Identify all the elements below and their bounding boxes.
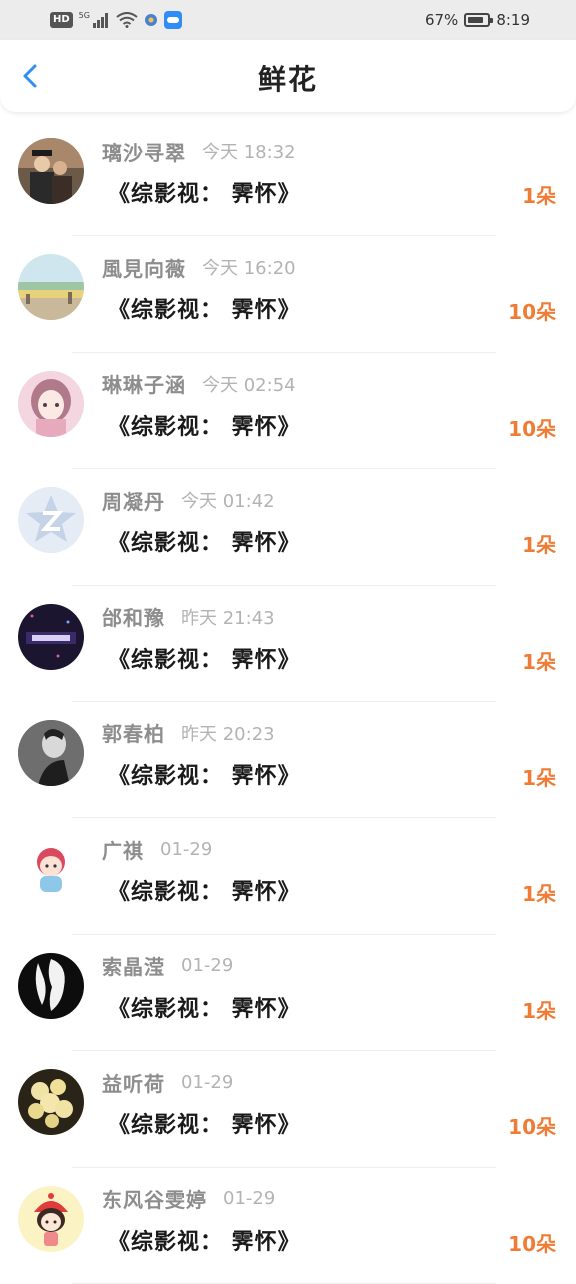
sent-time: 昨天 20:23	[181, 723, 275, 745]
sender-name: 益听荷	[102, 1071, 165, 1096]
sender-name: 广祺	[102, 838, 144, 863]
avatar[interactable]	[18, 138, 84, 204]
flower-count: 1朵	[522, 533, 556, 558]
book-title: 《综影视： 霁怀》	[108, 647, 301, 673]
notification-app-icon	[144, 14, 157, 26]
book-title: 《综影视： 霁怀》	[108, 182, 301, 207]
sender-name: 璃沙寻翠	[102, 140, 186, 165]
book-title: 《综影视： 霁怀》	[108, 763, 301, 789]
nav-bar: 鲜花	[0, 40, 576, 112]
sent-time: 今天 01:42	[181, 491, 275, 513]
list-item[interactable]: 周凝丹 今天 01:42 《综影视： 霁怀》 1朵	[0, 469, 576, 586]
clock: 8:19	[496, 11, 530, 29]
book-title: 《综影视： 霁怀》	[108, 880, 301, 906]
avatar[interactable]	[18, 952, 84, 1019]
book-title: 《综影视： 霁怀》	[108, 531, 301, 557]
cloud-icon	[163, 11, 182, 29]
list-item[interactable]: 益听荷 01-29 《综影视： 霁怀》 10朵	[0, 1051, 576, 1168]
avatar[interactable]	[18, 719, 84, 786]
sender-name: 东风谷雯婷	[102, 1188, 207, 1213]
avatar[interactable]	[18, 1185, 84, 1252]
list-item[interactable]: 邰和豫 昨天 21:43 《综影视： 霁怀》 1朵	[0, 586, 576, 702]
book-title: 《综影视： 霁怀》	[108, 414, 301, 440]
avatar[interactable]	[18, 487, 84, 554]
flower-count: 1朵	[522, 882, 556, 907]
sent-time: 今天 02:54	[202, 374, 296, 396]
flower-count: 1朵	[522, 765, 556, 790]
flower-count: 10朵	[508, 300, 556, 325]
flower-count: 10朵	[508, 416, 556, 441]
signal-icon	[92, 13, 108, 28]
list-item[interactable]: 郭春柏 昨天 20:23 《综影视： 霁怀》 1朵	[0, 702, 576, 819]
list-item[interactable]: 东风谷雯婷 01-29 《综影视： 霁怀》 10朵	[0, 1168, 576, 1284]
avatar[interactable]	[18, 603, 84, 670]
wifi-icon	[116, 12, 138, 28]
sent-time: 01-29	[160, 838, 213, 860]
book-title: 《综影视： 霁怀》	[108, 1113, 301, 1139]
network-type: 5G	[78, 10, 90, 20]
sender-name: 風見向薇	[102, 256, 186, 281]
flower-count: 1朵	[522, 998, 556, 1023]
sender-name: 琳琳子涵	[102, 373, 186, 398]
battery-percent: 67%	[424, 11, 459, 29]
book-title: 《综影视： 霁怀》	[108, 996, 301, 1022]
flower-list: 璃沙寻翠 今天 18:32 《综影视： 霁怀》 1朵 風見向薇 今天 16:20…	[0, 120, 576, 1284]
list-item[interactable]: 广祺 01-29 《综影视： 霁怀》 1朵	[0, 818, 576, 935]
sent-time: 01-29	[223, 1188, 276, 1210]
avatar[interactable]	[18, 836, 84, 903]
sent-time: 今天 16:20	[202, 258, 296, 280]
flower-count: 1朵	[522, 184, 556, 208]
status-right: 67% 8:19	[425, 9, 530, 31]
list-item[interactable]: 風見向薇 今天 16:20 《综影视： 霁怀》 10朵	[0, 236, 576, 353]
sent-time: 今天 18:32	[202, 142, 296, 163]
flower-count: 10朵	[508, 1115, 556, 1140]
sender-name: 索晶滢	[102, 955, 165, 980]
flower-count: 10朵	[508, 1231, 556, 1256]
status-left: HD 5G	[50, 9, 182, 31]
list-item[interactable]: 索晶滢 01-29 《综影视： 霁怀》 1朵	[0, 935, 576, 1052]
avatar[interactable]	[18, 254, 84, 321]
book-title: 《综影视： 霁怀》	[108, 298, 301, 324]
sent-time: 01-29	[181, 955, 234, 977]
avatar[interactable]	[18, 1069, 84, 1136]
avatar[interactable]	[18, 370, 84, 437]
status-bar: HD 5G 67% 8:19	[0, 0, 576, 40]
list-item[interactable]: 璃沙寻翠 今天 18:32 《综影视： 霁怀》 1朵	[0, 120, 576, 237]
sender-name: 郭春柏	[102, 722, 165, 747]
hd-badge: HD	[50, 12, 73, 28]
sender-name: 邰和豫	[102, 606, 165, 631]
battery-icon	[464, 13, 494, 27]
sent-time: 01-29	[181, 1071, 234, 1093]
sender-name: 周凝丹	[102, 489, 165, 514]
book-title: 《综影视： 霁怀》	[108, 1229, 301, 1255]
flower-count: 1朵	[522, 649, 556, 674]
page-title: 鲜花	[257, 63, 318, 96]
list-item[interactable]: 琳琳子涵 今天 02:54 《综影视： 霁怀》 10朵	[0, 353, 576, 470]
sent-time: 昨天 21:43	[181, 607, 275, 629]
